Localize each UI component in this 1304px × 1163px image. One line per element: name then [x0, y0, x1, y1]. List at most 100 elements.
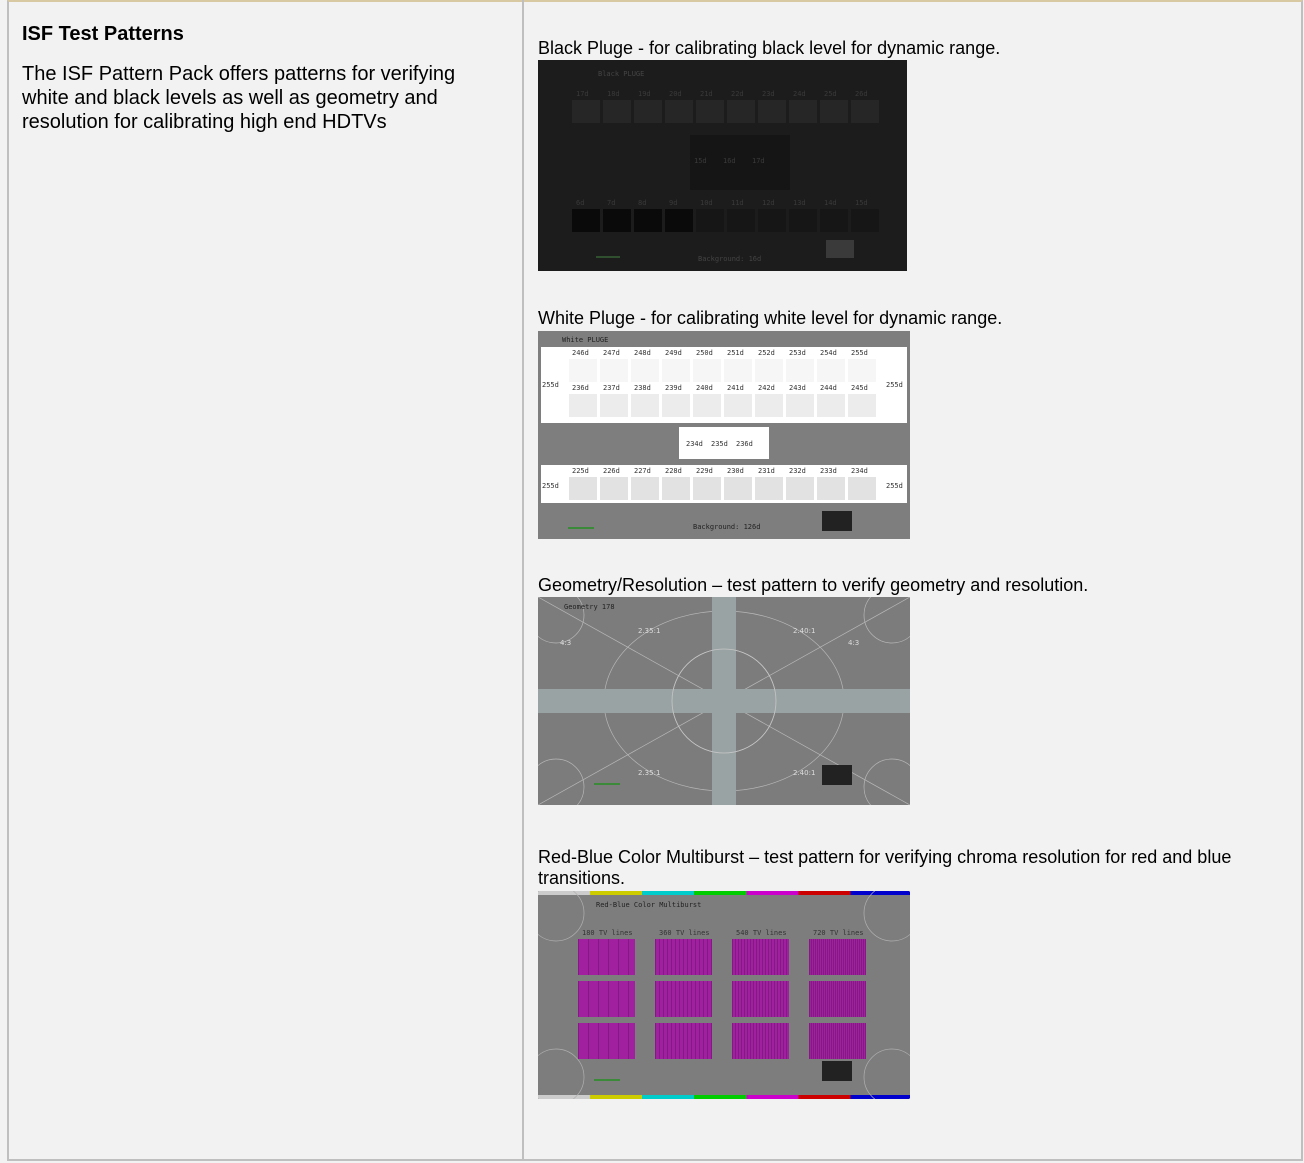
burst-block	[655, 1023, 712, 1059]
level-swatch	[693, 359, 721, 382]
level-label: 17d	[576, 90, 589, 98]
level-label: 19d	[638, 90, 651, 98]
level-swatch	[693, 394, 721, 417]
level-label: 18d	[607, 90, 620, 98]
level-swatch	[789, 100, 817, 123]
vendor-logo	[594, 773, 620, 785]
level-swatch	[848, 477, 876, 500]
ratio-label: 2.35:1	[638, 769, 661, 777]
burst-block	[655, 981, 712, 1017]
white-pluge-title: White PLUGE	[562, 336, 609, 344]
level-label: 23d	[762, 90, 775, 98]
isf-logo	[822, 1061, 852, 1081]
level-swatch	[569, 359, 597, 382]
level-swatch	[693, 477, 721, 500]
level-label: 235d	[711, 440, 728, 448]
level-swatch	[786, 477, 814, 500]
geometry-caption: Geometry/Resolution – test pattern to ve…	[538, 575, 1089, 595]
level-swatch	[724, 359, 752, 382]
level-swatch	[665, 100, 693, 123]
white-pluge-background-label: Background: 126d	[693, 523, 761, 531]
level-swatch	[789, 209, 817, 232]
column-label: 180 TV lines	[582, 929, 633, 937]
level-label: 240d	[696, 384, 713, 392]
white-pluge-image: White PLUGE 246d 247d 248d 249d 250d 251d 252d…	[538, 331, 910, 539]
level-label: 232d	[789, 467, 806, 475]
edge-label: 255d	[542, 381, 559, 389]
level-swatch	[569, 394, 597, 417]
level-swatch	[600, 394, 628, 417]
section-title: ISF Test Patterns	[22, 23, 184, 45]
level-label: 249d	[665, 349, 682, 357]
level-swatch	[848, 394, 876, 417]
level-label: 11d	[731, 199, 744, 207]
level-label: 250d	[696, 349, 713, 357]
geometry-title: Geometry 178	[564, 603, 615, 611]
level-swatch	[569, 477, 597, 500]
isf-logo	[826, 240, 854, 258]
level-label: 233d	[820, 467, 837, 475]
level-label: 255d	[851, 349, 868, 357]
level-label: 8d	[638, 199, 647, 207]
burst-block	[655, 939, 712, 975]
level-swatch	[786, 359, 814, 382]
level-label: 243d	[789, 384, 806, 392]
column-divider	[522, 0, 524, 1161]
column-label: 720 TV lines	[813, 929, 864, 937]
level-swatch	[755, 394, 783, 417]
edge-label: 255d	[886, 482, 903, 490]
multiburst-image: Red-Blue Color Multiburst 180 TV lines 36…	[538, 891, 910, 1099]
ratio-label: 4:3	[560, 639, 572, 647]
level-swatch	[631, 477, 659, 500]
black-pluge-image: Black PLUGE 17d 18d 19d 20d 21d 22d 23d 24d 25d 2…	[538, 60, 907, 271]
level-label: 247d	[603, 349, 620, 357]
level-swatch	[786, 394, 814, 417]
level-swatch	[662, 477, 690, 500]
level-label: 251d	[727, 349, 744, 357]
level-label: 241d	[727, 384, 744, 392]
multiburst-title: Red-Blue Color Multiburst	[596, 901, 702, 909]
level-swatch	[817, 359, 845, 382]
level-label: 17d	[752, 157, 765, 165]
level-label: 237d	[603, 384, 620, 392]
level-label: 7d	[607, 199, 616, 207]
level-label: 236d	[736, 440, 753, 448]
ratio-label: 4:3	[848, 639, 860, 647]
black-pluge-caption: Black Pluge - for calibrating black leve…	[538, 38, 1001, 58]
level-swatch	[696, 209, 724, 232]
level-label: 9d	[669, 199, 678, 207]
level-label: 15d	[855, 199, 868, 207]
burst-block	[578, 939, 635, 975]
level-swatch	[631, 394, 659, 417]
level-label: 225d	[572, 467, 589, 475]
level-swatch	[600, 477, 628, 500]
vendor-logo	[568, 517, 594, 529]
level-label: 234d	[851, 467, 868, 475]
level-swatch	[851, 209, 879, 232]
isf-logo	[822, 511, 852, 531]
burst-block	[732, 981, 789, 1017]
level-swatch	[820, 209, 848, 232]
left-cell: ISF Test Patterns The ISF Pattern Pack o…	[22, 22, 507, 134]
level-swatch	[603, 209, 631, 232]
level-swatch	[600, 359, 628, 382]
level-swatch	[572, 209, 600, 232]
level-swatch	[817, 477, 845, 500]
level-label: 24d	[793, 90, 806, 98]
level-label: 229d	[696, 467, 713, 475]
level-label: 25d	[824, 90, 837, 98]
level-label: 6d	[576, 199, 585, 207]
burst-block	[809, 1023, 866, 1059]
burst-block	[732, 1023, 789, 1059]
level-label: 238d	[634, 384, 651, 392]
edge-label: 255d	[886, 381, 903, 389]
ratio-label: 2.40:1	[793, 769, 816, 777]
level-label: 14d	[824, 199, 837, 207]
level-swatch	[727, 100, 755, 123]
level-label: 230d	[727, 467, 744, 475]
level-swatch	[758, 209, 786, 232]
level-label: 227d	[634, 467, 651, 475]
geometry-image: Geometry 178 2.35:1 2.40:1 4:3 4:3 2.35:…	[538, 597, 910, 805]
white-pluge-caption: White Pluge - for calibrating white leve…	[538, 308, 1003, 328]
level-swatch	[662, 394, 690, 417]
